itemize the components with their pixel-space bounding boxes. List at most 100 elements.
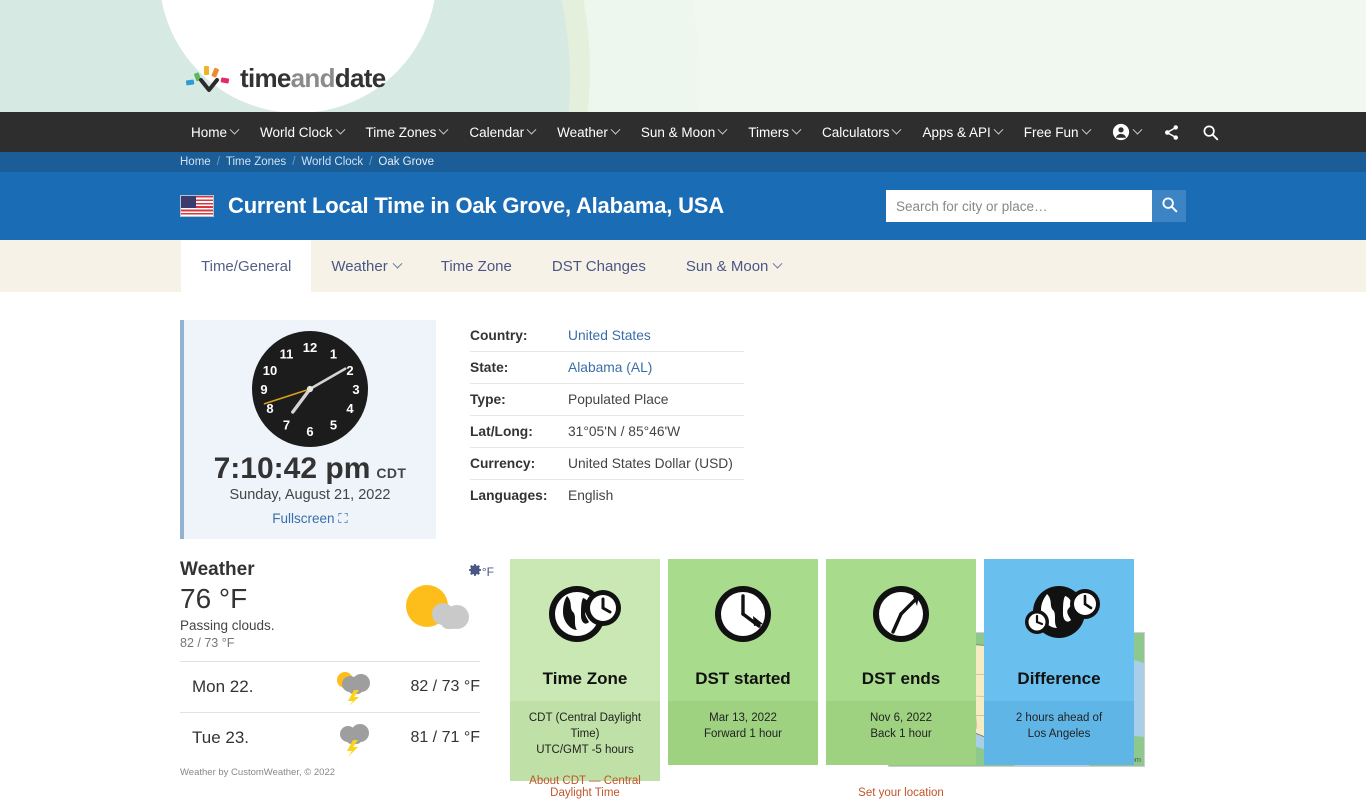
breadcrumb-item-oak-grove: Oak Grove <box>378 156 434 168</box>
breadcrumb-separator: / <box>369 156 373 168</box>
breadcrumb-item-home[interactable]: Home <box>180 156 211 168</box>
fullscreen-button[interactable]: Fullscreen ⛶ <box>184 511 436 527</box>
card-dst-ends[interactable]: DST ends Nov 6, 2022 Back 1 hour Set you… <box>826 559 976 799</box>
svg-text:12: 12 <box>303 340 317 355</box>
chevron-down-icon <box>892 124 902 135</box>
search-input[interactable] <box>886 190 1152 222</box>
nav-item-account[interactable] <box>1101 112 1152 152</box>
clock-backward-icon <box>826 559 976 669</box>
tab-weather[interactable]: Weather <box>311 240 420 292</box>
card-line1: Mar 13, 2022 <box>709 712 777 724</box>
chevron-down-icon <box>335 124 345 135</box>
tab-sun-moon[interactable]: Sun & Moon <box>666 240 802 292</box>
chevron-down-icon <box>993 124 1004 135</box>
tab-label: Weather <box>331 257 388 275</box>
card-link[interactable]: Set your location <box>826 787 976 799</box>
chevron-down-icon <box>772 258 783 269</box>
tab-time-general[interactable]: Time/General <box>181 240 312 292</box>
clock-forward-icon <box>668 559 818 669</box>
page-title: Current Local Time in Oak Grove, Alabama… <box>228 193 724 218</box>
share-icon <box>1163 124 1180 141</box>
logo-text-date: date <box>334 63 386 93</box>
main-content: 12 1 2 3 4 5 6 7 8 9 10 11 7:10:42 pm CD… <box>0 292 1366 799</box>
forecast-temps: 82 / 73 °F <box>410 678 480 696</box>
search-box <box>886 190 1186 222</box>
nav-item-time-zones[interactable]: Time Zones <box>355 112 459 152</box>
section-tabs: Time/General Weather Time Zone DST Chang… <box>0 240 1366 292</box>
weather-widget: °F Weather 76 °F Passing clouds. 82 / 73… <box>180 559 494 779</box>
nav-item-apps-api[interactable]: Apps & API <box>911 112 1012 152</box>
card-line1: CDT (Central Daylight Time) <box>528 712 642 740</box>
svg-text:6: 6 <box>306 424 313 439</box>
nav-item-world-clock[interactable]: World Clock <box>249 112 355 152</box>
temperature-unit-toggle[interactable]: °F <box>482 565 494 579</box>
nav-label: Calendar <box>469 124 525 140</box>
svg-text:1: 1 <box>330 347 337 362</box>
info-key: Languages: <box>470 488 548 503</box>
globe-clocks-difference-icon <box>984 559 1134 669</box>
nav-label: World Clock <box>260 124 333 140</box>
info-value: United States <box>568 320 744 352</box>
timeanddate-logo-icon <box>185 63 234 93</box>
country-link[interactable]: United States <box>568 328 651 343</box>
list-item: Mon 22. 82 / 73 °F <box>180 661 480 712</box>
info-value: Alabama (AL) <box>568 351 744 384</box>
forecast-day: Tue 23. <box>192 728 250 748</box>
weather-forecast-list: Mon 22. 82 / 73 °F Tue 23. 81 / 71 °F <box>180 661 480 763</box>
user-account-icon <box>1112 123 1130 141</box>
nav-item-calendar[interactable]: Calendar <box>458 112 546 152</box>
info-value: 31°05'N / 85°46'W <box>568 415 744 448</box>
breadcrumb-item-time-zones[interactable]: Time Zones <box>226 156 286 168</box>
tab-time-zone[interactable]: Time Zone <box>421 240 532 292</box>
weather-credit: Weather by CustomWeather, © 2022 <box>180 767 336 779</box>
breadcrumb-item-world-clock[interactable]: World Clock <box>301 156 363 168</box>
table-row: Languages: English <box>470 480 744 512</box>
search-submit-button[interactable] <box>1152 190 1186 222</box>
nav-item-calculators[interactable]: Calculators <box>811 112 912 152</box>
current-time: 7:10:42 pm CDT <box>184 452 436 485</box>
table-row: Country: United States <box>470 320 744 352</box>
chevron-down-icon <box>791 124 802 135</box>
forecast-temps: 81 / 71 °F <box>410 729 480 747</box>
nav-item-home[interactable]: Home <box>180 112 249 152</box>
nav-label: Free Fun <box>1023 124 1079 140</box>
card-title: DST started <box>668 669 818 701</box>
weather-settings-button[interactable]: °F <box>468 564 494 579</box>
state-link[interactable]: Alabama (AL) <box>568 360 652 375</box>
chevron-down-icon <box>1132 124 1143 135</box>
tab-dst-changes[interactable]: DST Changes <box>532 240 666 292</box>
card-line2: Forward 1 hour <box>704 727 782 740</box>
globe-clock-icon <box>510 559 660 669</box>
nav-item-search[interactable] <box>1191 112 1230 152</box>
weather-heading: Weather <box>180 559 255 580</box>
nav-item-weather[interactable]: Weather <box>546 112 630 152</box>
info-value: Populated Place <box>568 383 744 416</box>
site-logo[interactable]: timeanddate <box>185 63 386 93</box>
page-header: Current Local Time in Oak Grove, Alabama… <box>0 172 1366 240</box>
breadcrumb-separator: / <box>216 156 220 168</box>
nav-label: Apps & API <box>922 124 991 140</box>
card-title: DST ends <box>826 669 976 701</box>
info-key: Type: <box>470 383 568 416</box>
chevron-down-icon <box>526 124 537 135</box>
info-key: State: <box>470 351 568 384</box>
card-dst-started[interactable]: DST started Mar 13, 2022 Forward 1 hour <box>668 559 818 781</box>
local-time-card: 12 1 2 3 4 5 6 7 8 9 10 11 7:10:42 pm CD… <box>180 320 436 539</box>
card-title: Time Zone <box>510 669 660 701</box>
card-time-zone[interactable]: Time Zone CDT (Central Daylight Time) UT… <box>510 559 660 799</box>
table-row: Currency: United States Dollar (USD) <box>470 447 744 480</box>
chevron-down-icon <box>1081 124 1092 135</box>
chevron-down-icon <box>229 124 240 135</box>
table-row: Type: Populated Place <box>470 383 744 416</box>
chevron-down-icon <box>392 258 403 269</box>
nav-item-share[interactable] <box>1152 112 1191 152</box>
card-difference[interactable]: Difference 2 hours ahead of Los Angeles <box>984 559 1134 781</box>
card-body: Nov 6, 2022 Back 1 hour <box>826 701 976 765</box>
nav-item-free-fun[interactable]: Free Fun <box>1013 112 1101 152</box>
nav-item-timers[interactable]: Timers <box>737 112 811 152</box>
analog-clock: 12 1 2 3 4 5 6 7 8 9 10 11 <box>250 329 370 449</box>
nav-label: Weather <box>557 124 608 140</box>
nav-item-sun-moon[interactable]: Sun & Moon <box>630 112 737 152</box>
svg-text:10: 10 <box>263 363 277 378</box>
card-link[interactable]: About CDT — Central Daylight Time <box>510 775 660 799</box>
